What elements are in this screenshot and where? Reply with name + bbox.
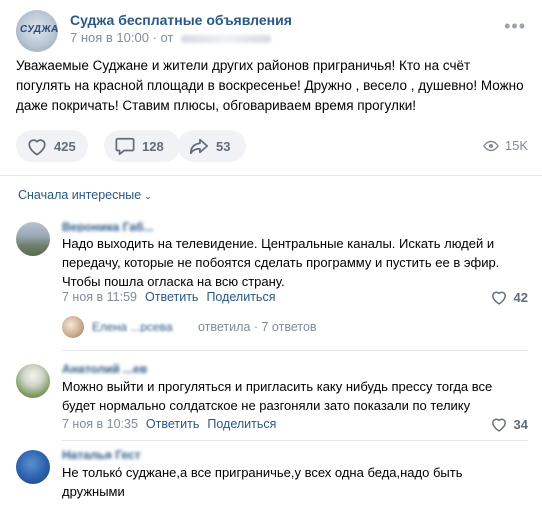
comment-like-count: 34 [513,416,528,432]
views-counter: 15K [483,138,528,153]
reply-link[interactable]: Ответить [146,417,199,431]
commenter-name[interactable]: Вероника Габ... [62,220,182,232]
commenter-avatar[interactable] [16,450,50,484]
comment-meta: 7 ноя в 11:59 Ответить Поделиться [62,290,275,304]
comment-date[interactable]: 7 ноя в 11:59 [62,290,137,304]
comment-item: Вероника Габ... Надо выходить на телевид… [16,220,528,306]
chevron-down-icon: ⌄ [144,191,152,201]
commenter-name[interactable]: Наталья Гест [62,448,182,460]
post-header: СУДЖА Суджа бесплатные объявления 7 ноя … [16,10,526,52]
comment-item: Наталья Гест Не толькó суджане,а все при… [16,448,528,504]
share-link[interactable]: Поделиться [206,290,275,304]
eye-icon [483,140,499,151]
group-logo-text: СУДЖА [19,24,58,35]
heart-icon [491,291,506,305]
heart-icon [491,418,506,432]
post-from-prefix: · от [152,30,174,45]
share-count: 53 [216,138,231,154]
comment-icon [115,137,135,156]
comment-like-button[interactable]: 42 [490,289,528,305]
comment-count: 128 [142,138,164,154]
reply-status: ответила · 7 ответов [198,320,317,334]
comment-like-count: 42 [513,289,528,305]
group-name-link[interactable]: Суджа бесплатные объявления [70,12,292,28]
heart-icon [28,139,46,156]
reply-author-name: Елена ...рсева [92,320,173,332]
commenter-avatar[interactable] [16,222,50,256]
comment-date[interactable]: 7 ноя в 10:35 [62,417,138,431]
group-avatar[interactable]: СУДЖА [16,10,58,52]
comment-text: Можно выйти и прогуляться и пригласить к… [62,379,493,413]
sort-label: Сначала интересные [18,188,142,202]
commenter-avatar[interactable] [16,364,50,398]
commenter-name[interactable]: Анатолий ...ев [62,362,182,374]
views-count: 15K [504,138,528,153]
comment-item: Анатолий ...ев Можно выйти и прогуляться… [16,362,528,434]
like-button[interactable]: 425 [16,130,88,162]
comment-like-button[interactable]: 34 [490,416,528,432]
divider [62,440,528,441]
divider [62,350,528,351]
post-actions: 425 128 53 15K [16,130,528,162]
share-button[interactable]: 53 [178,130,246,162]
reply-thread[interactable]: Елена ...рсева ответила · 7 ответов [62,316,362,338]
post-date[interactable]: 7 ноя в 10:00 [70,30,149,45]
post-meta: 7 ноя в 10:00 · от [70,30,272,45]
comment-meta: 7 ноя в 10:35 Ответить Поделиться [62,417,276,431]
comments-sort-dropdown[interactable]: Сначала интересные ⌄ [18,188,152,202]
comment-text: Надо выходить на телевидение. Центральны… [62,236,500,289]
share-icon [189,138,209,155]
more-options-icon[interactable]: ••• [504,16,526,37]
comment-button[interactable]: 128 [104,130,180,162]
like-count: 425 [54,138,76,154]
reply-avatar [62,316,84,338]
divider [0,175,542,176]
post-text: Уважаемые Суджане и жители других районо… [16,58,524,113]
comment-text: Не толькó суджане,а все приграничье,у вс… [62,465,463,499]
reply-link[interactable]: Ответить [145,290,198,304]
post-author-redacted [181,34,272,43]
share-link[interactable]: Поделиться [207,417,276,431]
